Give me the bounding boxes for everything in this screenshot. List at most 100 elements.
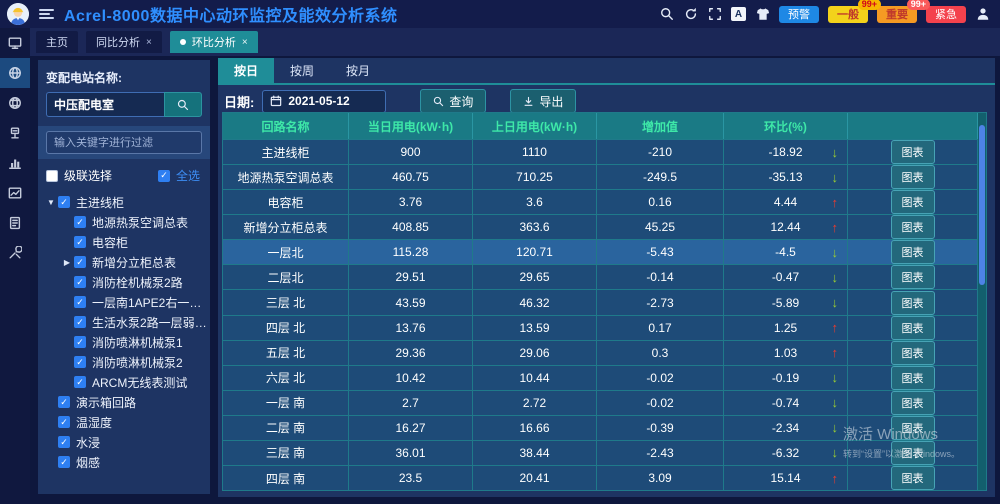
close-tab-icon[interactable]: × <box>242 37 248 48</box>
column-header: 回路名称 <box>223 113 349 139</box>
period-tab-按周[interactable]: 按周 <box>274 58 330 83</box>
rail-report-icon[interactable] <box>0 208 30 238</box>
table-row[interactable]: 四层 北13.7613.590.171.25↑图表 <box>223 315 978 340</box>
scrollbar-thumb[interactable] <box>979 125 985 285</box>
tree-checkbox[interactable]: ✓ <box>74 296 86 308</box>
chart-button[interactable]: 图表 <box>891 215 935 239</box>
tree-item-label: 消防喷淋机械泵2 <box>92 354 183 371</box>
user-icon[interactable] <box>975 7 990 22</box>
table-row[interactable]: 一层 南2.72.72-0.02-0.74↓图表 <box>223 390 978 415</box>
tree-checkbox[interactable]: ✓ <box>74 336 86 348</box>
chart-button[interactable]: 图表 <box>891 366 935 390</box>
rail-bar-chart-icon[interactable] <box>0 148 30 178</box>
nav-tab-环比分析[interactable]: 环比分析× <box>170 31 258 53</box>
table-row[interactable]: 二层 南16.2716.66-0.39-2.34↓图表 <box>223 415 978 440</box>
keyword-filter-input[interactable] <box>46 131 202 154</box>
rail-trend-chart-icon[interactable] <box>0 178 30 208</box>
tree-item[interactable]: ✓水浸 <box>44 432 210 452</box>
table-row[interactable]: 新增分立柜总表408.85363.645.2512.44↑图表 <box>223 214 978 239</box>
table-row[interactable]: 三层 北43.5946.32-2.73-5.89↓图表 <box>223 289 978 314</box>
chart-button[interactable]: 图表 <box>891 140 935 164</box>
table-row[interactable]: 地源热泵空调总表460.75710.25-249.5-35.13↓图表 <box>223 164 978 189</box>
date-picker[interactable]: 2021-05-12 <box>262 90 386 113</box>
period-tab-按日[interactable]: 按日 <box>218 58 274 83</box>
tree-item[interactable]: ✓一层南1APE2右一层北1APE1左 <box>44 292 210 312</box>
menu-icon[interactable] <box>39 7 54 21</box>
tree-checkbox[interactable]: ✓ <box>74 316 86 328</box>
tree-checkbox[interactable]: ✓ <box>58 396 70 408</box>
chart-button[interactable]: 图表 <box>891 265 935 289</box>
chart-button[interactable]: 图表 <box>891 416 935 440</box>
period-tab-按月[interactable]: 按月 <box>330 58 386 83</box>
tree-checkbox[interactable]: ✓ <box>74 356 86 368</box>
alert-warning-button[interactable]: 预警 <box>779 6 819 23</box>
tree-item[interactable]: ✓地源热泵空调总表 <box>44 212 210 232</box>
station-search-button[interactable] <box>164 92 202 117</box>
table-row[interactable]: 三层 南36.0138.44-2.43-6.32↓图表 <box>223 440 978 465</box>
table-row[interactable]: 六层 北10.4210.44-0.02-0.19↓图表 <box>223 365 978 390</box>
tree-item[interactable]: ▶✓新增分立柜总表 <box>44 252 210 272</box>
important-count-badge: 99+ <box>907 0 930 10</box>
fullscreen-icon[interactable] <box>707 7 722 22</box>
tree-checkbox[interactable]: ✓ <box>58 456 70 468</box>
tree-item[interactable]: ✓温湿度 <box>44 412 210 432</box>
tree-item[interactable]: ✓ARCM无线表测试 <box>44 372 210 392</box>
chart-button[interactable]: 图表 <box>891 165 935 189</box>
query-button[interactable]: 查询 <box>420 89 486 113</box>
nav-tab-同比分析[interactable]: 同比分析× <box>86 31 162 53</box>
table-row[interactable]: 四层 南23.520.413.0915.14↑图表 <box>223 465 978 490</box>
export-button[interactable]: 导出 <box>510 89 576 113</box>
tree-item[interactable]: ✓生活水泵2路一层弱电房 <box>44 312 210 332</box>
font-size-icon[interactable]: A <box>731 7 746 21</box>
chart-button[interactable]: 图表 <box>891 291 935 315</box>
chart-button[interactable]: 图表 <box>891 441 935 465</box>
alert-general-button[interactable]: 一般99+ <box>828 6 868 23</box>
tree-item[interactable]: ✓烟感 <box>44 452 210 472</box>
select-all-checkbox[interactable]: ✓ <box>158 170 170 182</box>
table-row[interactable]: 二层北29.5129.65-0.14-0.47↓图表 <box>223 264 978 289</box>
tree-item[interactable]: ✓消防喷淋机械泵1 <box>44 332 210 352</box>
chart-button[interactable]: 图表 <box>891 341 935 365</box>
theme-shirt-icon[interactable] <box>755 7 770 22</box>
chart-button[interactable]: 图表 <box>891 316 935 340</box>
nav-tab-主页[interactable]: 主页 <box>36 31 78 53</box>
tree-checkbox[interactable]: ✓ <box>74 256 86 268</box>
tree-item[interactable]: ▼✓主进线柜 <box>44 192 210 212</box>
tree-item[interactable]: ✓ 消防喷淋机械泵2 <box>44 352 210 372</box>
close-tab-icon[interactable]: × <box>146 37 152 48</box>
expand-down-icon[interactable]: ▼ <box>44 198 58 207</box>
user-avatar[interactable] <box>7 3 29 25</box>
chart-button[interactable]: 图表 <box>891 240 935 264</box>
calendar-icon <box>270 95 282 107</box>
alert-urgent-button[interactable]: 紧急 <box>926 6 966 23</box>
tree-checkbox[interactable]: ✓ <box>74 276 86 288</box>
station-name-input[interactable] <box>46 92 164 117</box>
rail-energy-analysis-icon[interactable] <box>0 58 30 88</box>
tree-checkbox[interactable]: ✓ <box>58 196 70 208</box>
tree-checkbox[interactable]: ✓ <box>58 436 70 448</box>
refresh-icon[interactable] <box>683 7 698 22</box>
table-row[interactable]: 主进线柜9001110-210-18.92↓图表 <box>223 139 978 164</box>
tree-item[interactable]: ✓演示箱回路 <box>44 392 210 412</box>
tree-checkbox[interactable]: ✓ <box>74 236 86 248</box>
expand-right-icon[interactable]: ▶ <box>60 258 74 267</box>
chart-button[interactable]: 图表 <box>891 190 935 214</box>
tree-checkbox[interactable]: ✓ <box>74 216 86 228</box>
rail-device-icon[interactable] <box>0 118 30 148</box>
tree-checkbox[interactable]: ✓ <box>58 416 70 428</box>
chart-button[interactable]: 图表 <box>891 391 935 415</box>
rail-tools-icon[interactable] <box>0 238 30 268</box>
table-row[interactable]: 电容柜3.763.60.164.44↑图表 <box>223 189 978 214</box>
chart-button[interactable]: 图表 <box>891 466 935 490</box>
table-row[interactable]: 一层北115.28120.71-5.43-4.5↓图表 <box>223 239 978 264</box>
table-row[interactable]: 五层 北29.3629.060.31.03↑图表 <box>223 340 978 365</box>
rail-globe-icon[interactable] <box>0 88 30 118</box>
search-icon[interactable] <box>659 7 674 22</box>
alert-important-button[interactable]: 重要99+ <box>877 6 917 23</box>
tree-item[interactable]: ✓消防栓机械泵2路 <box>44 272 210 292</box>
tree-item[interactable]: ✓电容柜 <box>44 232 210 252</box>
table-scrollbar[interactable] <box>978 112 987 491</box>
cascade-checkbox[interactable] <box>46 170 58 182</box>
rail-monitor-icon[interactable] <box>0 28 30 58</box>
tree-checkbox[interactable]: ✓ <box>74 376 86 388</box>
